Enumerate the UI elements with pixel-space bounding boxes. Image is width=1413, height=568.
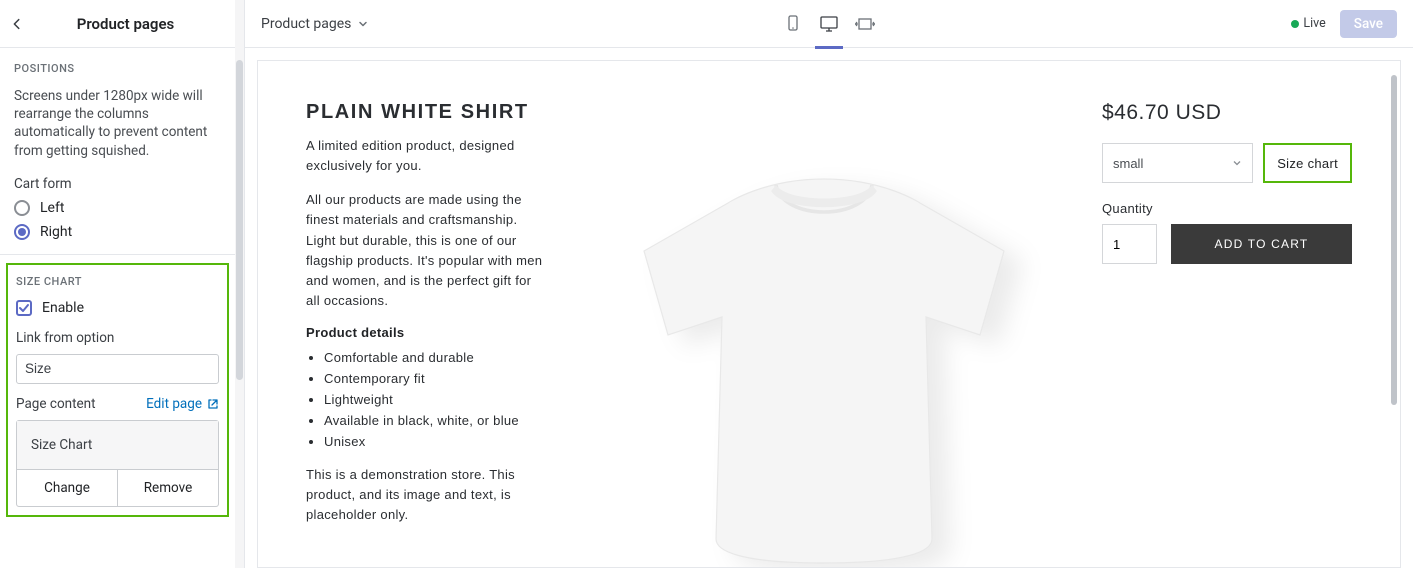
- chevron-down-icon: [357, 18, 369, 30]
- product-image-column: [574, 101, 1074, 568]
- product-title: PLAIN WHITE SHIRT: [306, 101, 546, 124]
- save-button[interactable]: Save: [1340, 10, 1397, 38]
- scrollbar-thumb[interactable]: [1391, 75, 1397, 405]
- live-label-text: Live: [1303, 16, 1325, 31]
- cart-form-label: Cart form: [14, 176, 221, 192]
- remove-button[interactable]: Remove: [118, 470, 218, 506]
- live-dot-icon: [1291, 20, 1299, 28]
- product-cart-column: $46.70 USD small Size chart Quantity: [1102, 101, 1352, 568]
- fullwidth-icon: [855, 16, 875, 32]
- size-chart-label: SIZE CHART: [16, 275, 219, 288]
- radio-label: Left: [40, 200, 64, 216]
- product-details-list: Comfortable and durable Contemporary fit…: [306, 350, 546, 449]
- cart-form-radio-group: Left Right: [14, 200, 221, 240]
- change-button[interactable]: Change: [17, 470, 118, 506]
- edit-page-link[interactable]: Edit page: [146, 396, 219, 412]
- size-chart-button-label: Size chart: [1277, 156, 1338, 171]
- preview-canvas: PLAIN WHITE SHIRT A limited edition prod…: [257, 60, 1401, 568]
- back-chevron-icon[interactable]: [8, 15, 26, 33]
- topbar: Product pages Live Save: [245, 0, 1413, 48]
- mobile-icon: [786, 15, 800, 33]
- preview-scrollbar[interactable]: [1391, 75, 1397, 553]
- checkbox-icon: [16, 300, 32, 316]
- enable-label: Enable: [42, 300, 84, 316]
- page-content-box: Size Chart Change Remove: [16, 420, 219, 507]
- product-body: All our products are made using the fine…: [306, 190, 546, 311]
- preview-canvas-wrap: PLAIN WHITE SHIRT A limited edition prod…: [245, 48, 1413, 568]
- positions-help-text: Screens under 1280px wide will rearrange…: [14, 87, 221, 160]
- size-chart-button[interactable]: Size chart: [1263, 143, 1352, 183]
- radio-icon: [14, 200, 30, 216]
- cart-form-option-right[interactable]: Right: [14, 224, 221, 240]
- live-status: Live: [1291, 16, 1325, 31]
- list-item: Comfortable and durable: [324, 350, 546, 365]
- size-chart-section: SIZE CHART Enable Link from option Page …: [6, 263, 229, 517]
- page-content-name: Size Chart: [17, 421, 218, 469]
- quantity-input[interactable]: [1102, 224, 1157, 264]
- product-disclaimer: This is a demonstration store. This prod…: [306, 465, 546, 525]
- enable-checkbox-row[interactable]: Enable: [16, 300, 219, 316]
- list-item: Unisex: [324, 434, 546, 449]
- add-to-cart-button[interactable]: ADD TO CART: [1171, 224, 1352, 264]
- add-to-cart-label: ADD TO CART: [1215, 237, 1309, 251]
- scrollbar-thumb[interactable]: [236, 60, 243, 380]
- product-description-column: PLAIN WHITE SHIRT A limited edition prod…: [306, 101, 546, 568]
- positions-section: POSITIONS Screens under 1280px wide will…: [0, 48, 235, 254]
- breadcrumb-label: Product pages: [261, 16, 351, 32]
- positions-label: POSITIONS: [14, 62, 221, 75]
- main-area: Product pages Live Save: [245, 0, 1413, 568]
- sidebar-header: Product pages: [0, 0, 235, 48]
- product-layout: PLAIN WHITE SHIRT A limited edition prod…: [306, 101, 1352, 568]
- fullwidth-viewport-button[interactable]: [853, 12, 877, 36]
- mobile-viewport-button[interactable]: [781, 12, 805, 36]
- chevron-down-icon: [1232, 158, 1242, 168]
- sidebar-title: Product pages: [26, 15, 225, 33]
- breadcrumb-dropdown[interactable]: Product pages: [261, 16, 369, 32]
- cart-form-option-left[interactable]: Left: [14, 200, 221, 216]
- product-intro: A limited edition product, designed excl…: [306, 136, 546, 176]
- link-from-option-input[interactable]: [16, 354, 219, 384]
- divider: [0, 254, 235, 255]
- desktop-icon: [819, 15, 839, 33]
- product-details-heading: Product details: [306, 325, 546, 340]
- list-item: Available in black, white, or blue: [324, 413, 546, 428]
- viewport-toggle: [781, 12, 877, 36]
- settings-sidebar: Product pages POSITIONS Screens under 12…: [0, 0, 245, 568]
- variant-selected-label: small: [1113, 156, 1143, 171]
- tshirt-icon: [584, 131, 1064, 568]
- desktop-viewport-button[interactable]: [817, 12, 841, 36]
- product-price: $46.70 USD: [1102, 101, 1352, 125]
- page-content-label: Page content: [16, 396, 96, 412]
- variant-select[interactable]: small: [1102, 143, 1253, 183]
- radio-icon: [14, 224, 30, 240]
- list-item: Contemporary fit: [324, 371, 546, 386]
- external-link-icon: [207, 398, 219, 410]
- radio-label: Right: [40, 224, 72, 240]
- edit-page-link-text: Edit page: [146, 396, 202, 412]
- quantity-label: Quantity: [1102, 201, 1352, 216]
- sidebar-scrollbar[interactable]: [235, 0, 244, 568]
- link-from-option-label: Link from option: [16, 330, 219, 346]
- list-item: Lightweight: [324, 392, 546, 407]
